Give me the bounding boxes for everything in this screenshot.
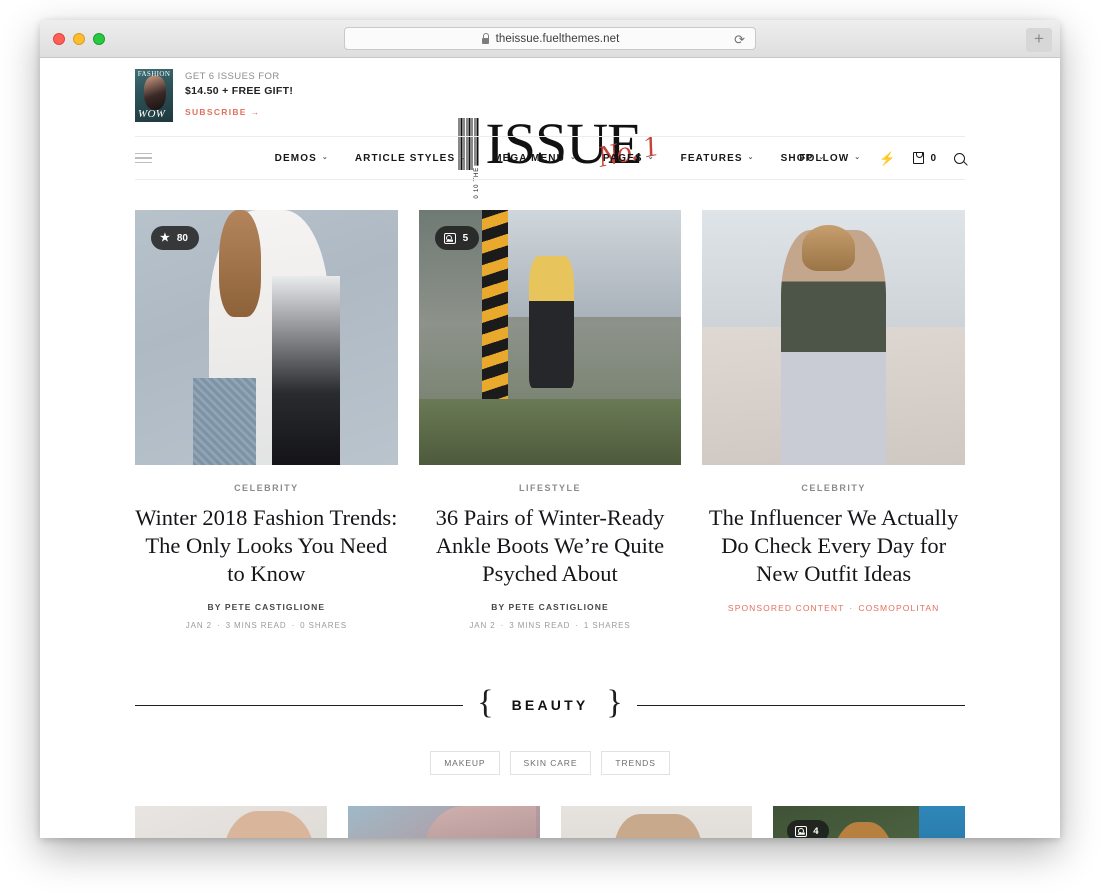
article-card[interactable]: ★ 80 CELEBRITY Winter 2018 Fashion Trend…: [135, 210, 398, 630]
chevron-down-icon: ⌄: [569, 154, 577, 161]
article-date: JAN 2: [185, 621, 212, 630]
article-thumbnail[interactable]: 5: [418, 210, 682, 465]
chevron-down-icon: ⌄: [460, 154, 468, 161]
filter-tab-trends[interactable]: TRENDS: [601, 751, 670, 775]
nav-item-pages[interactable]: PAGES ⌄: [603, 153, 655, 164]
article-read-time: 3 MINS READ: [509, 621, 571, 630]
beauty-tile[interactable]: [135, 806, 327, 838]
article-byline[interactable]: BY PETE CASTIGLIONE: [419, 602, 682, 612]
article-title[interactable]: 36 Pairs of Winter-Ready Ankle Boots We’…: [419, 504, 682, 588]
section-divider-left: [135, 704, 464, 706]
article-meta: JAN 2 · 3 MINS READ · 1 SHARES: [469, 621, 631, 630]
nav-item-demos[interactable]: DEMOS ⌄: [275, 153, 329, 164]
sponsor-brand: COSMOPOLITAN: [858, 603, 940, 613]
article-card[interactable]: CELEBRITY The Influencer We Actually Do …: [702, 210, 965, 630]
magazine-cover-thumbnail: FASHION: [135, 69, 173, 122]
category-filter-tabs: MAKEUP SKIN CARE TRENDS: [40, 751, 1060, 775]
promo-price: $14.50 + FREE GIFT!: [185, 85, 294, 97]
nav-label: MEGA MENU: [493, 152, 565, 164]
nav-item-features[interactable]: FEATURES ⌄: [681, 153, 755, 164]
sponsored-text: SPONSORED CONTENT: [727, 603, 845, 613]
badge-value: 5: [462, 232, 469, 244]
sponsored-label: SPONSORED CONTENT · COSMOPOLITAN: [727, 603, 940, 613]
article-title[interactable]: Winter 2018 Fashion Trends: The Only Loo…: [135, 504, 398, 588]
chevron-down-icon: ⌄: [321, 154, 329, 161]
url-text: theissue.fuelthemes.net: [495, 32, 620, 45]
nav-label: FEATURES: [680, 152, 743, 164]
nav-item-follow[interactable]: FOLLOW ⌄: [799, 153, 861, 164]
filter-tab-makeup[interactable]: MAKEUP: [430, 751, 500, 775]
article-category[interactable]: CELEBRITY: [135, 483, 398, 493]
lock-icon: [481, 33, 490, 44]
article-byline[interactable]: BY PETE CASTIGLIONE: [135, 602, 398, 612]
beauty-tile[interactable]: BEAUTY, SKIN CARE, TRENDS: [347, 806, 540, 838]
main-navigation: DEMOS ⌄ ARTICLE STYLES ⌄ MEGA MENU ⌄ PAG…: [135, 136, 965, 180]
brace-right: }: [606, 684, 623, 721]
gallery-badge: 4: [787, 820, 829, 838]
beauty-posts-grid: BEAUTY, SKIN CARE, TRENDS 4: [135, 806, 965, 838]
flash-icon[interactable]: ⚡: [879, 152, 895, 165]
article-shares: 1 SHARES: [583, 621, 631, 630]
page-viewport: FASHION GET 6 ISSUES FOR $14.50 + FREE G…: [40, 58, 1060, 838]
rating-badge: ★ 80: [151, 226, 199, 250]
beauty-tile[interactable]: 4: [773, 806, 965, 838]
hamburger-menu-icon[interactable]: [135, 152, 152, 164]
nav-item-article-styles[interactable]: ARTICLE STYLES ⌄: [355, 153, 467, 164]
nav-label: ARTICLE STYLES: [354, 152, 456, 164]
section-header-beauty: { BEAUTY }: [135, 684, 966, 722]
chevron-down-icon: ⌄: [647, 154, 655, 161]
promo-line-1: GET 6 ISSUES FOR: [185, 71, 280, 82]
article-title[interactable]: The Influencer We Actually Do Check Ever…: [702, 504, 965, 588]
star-icon: ★: [160, 231, 170, 244]
badge-value: 80: [176, 232, 188, 244]
window-controls: [53, 32, 105, 45]
nav-label: DEMOS: [274, 152, 317, 164]
filter-tab-skin-care[interactable]: SKIN CARE: [509, 751, 592, 775]
article-meta: JAN 2 · 3 MINS READ · 0 SHARES: [185, 621, 347, 630]
site-header: FASHION GET 6 ISSUES FOR $14.50 + FREE G…: [40, 58, 1060, 200]
address-bar[interactable]: theissue.fuelthemes.net ⟳: [344, 27, 756, 50]
brace-left: {: [477, 684, 494, 721]
beauty-tile[interactable]: [560, 806, 753, 838]
magazine-cover-masthead: FASHION: [137, 70, 171, 78]
gallery-icon: [443, 232, 456, 244]
shopping-bag-icon: [913, 152, 925, 164]
article-thumbnail[interactable]: [702, 210, 965, 465]
gallery-badge: 5: [434, 226, 480, 250]
subscribe-label: SUBSCRIBE: [185, 107, 247, 117]
section-divider-right: [636, 704, 966, 706]
article-date: JAN 2: [469, 621, 496, 630]
cart-button[interactable]: 0: [913, 152, 936, 164]
subscription-promo[interactable]: FASHION GET 6 ISSUES FOR $14.50 + FREE G…: [135, 69, 293, 122]
maximize-window-button[interactable]: [93, 32, 105, 45]
article-card[interactable]: 5 LIFESTYLE 36 Pairs of Winter-Ready Ank…: [418, 210, 682, 630]
article-thumbnail[interactable]: ★ 80: [135, 210, 398, 465]
chevron-down-icon: ⌄: [747, 154, 755, 161]
arrow-right-icon: →: [250, 107, 260, 117]
chevron-down-icon: ⌄: [854, 154, 862, 161]
section-title: BEAUTY: [511, 697, 589, 713]
badge-value: 4: [813, 825, 819, 837]
nav-item-mega-menu[interactable]: MEGA MENU ⌄: [493, 153, 577, 164]
nav-label: FOLLOW: [799, 152, 850, 164]
browser-window: theissue.fuelthemes.net ⟳ + FASHION GET …: [40, 20, 1060, 838]
nav-utilities: FOLLOW ⌄ ⚡ 0: [799, 152, 965, 165]
reload-icon[interactable]: ⟳: [734, 32, 745, 47]
subscribe-link[interactable]: SUBSCRIBE →: [185, 107, 293, 117]
close-window-button[interactable]: [53, 32, 65, 45]
minimize-window-button[interactable]: [73, 32, 85, 45]
article-category[interactable]: LIFESTYLE: [419, 483, 682, 493]
article-read-time: 3 MINS READ: [225, 621, 287, 630]
browser-titlebar: theissue.fuelthemes.net ⟳ +: [40, 20, 1060, 58]
nav-label: PAGES: [602, 152, 643, 164]
cart-count: 0: [930, 152, 936, 164]
article-category[interactable]: CELEBRITY: [702, 483, 965, 493]
featured-posts-grid: ★ 80 CELEBRITY Winter 2018 Fashion Trend…: [135, 210, 965, 630]
search-icon[interactable]: [954, 152, 965, 164]
gallery-icon: [795, 825, 808, 837]
nav-menu-items: DEMOS ⌄ ARTICLE STYLES ⌄ MEGA MENU ⌄ PAG…: [275, 153, 826, 164]
article-shares: 0 SHARES: [300, 621, 347, 630]
new-tab-button[interactable]: +: [1026, 28, 1052, 52]
